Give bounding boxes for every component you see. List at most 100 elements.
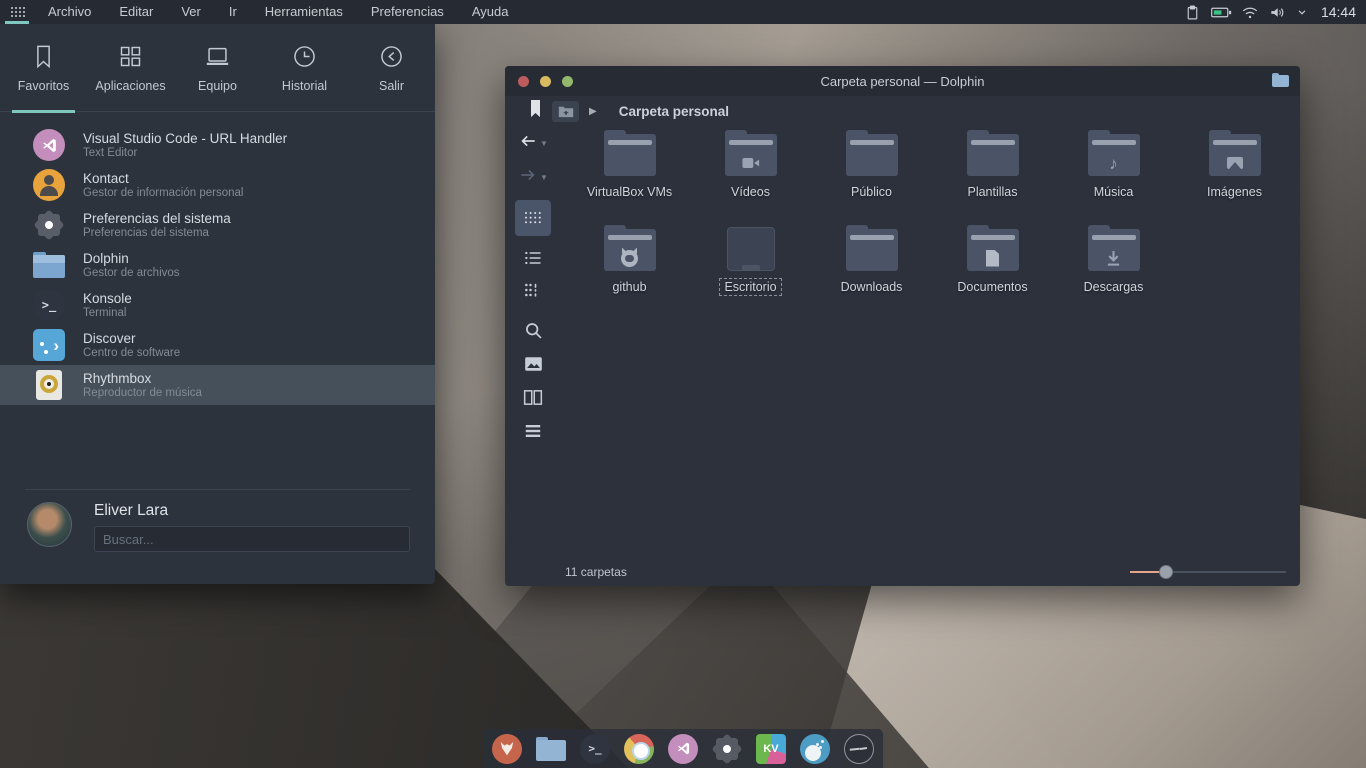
application-launcher-panel: Favoritos Aplicaciones Equipo Historial …	[0, 24, 435, 584]
chrome-icon[interactable]	[624, 734, 654, 764]
folder-label: Público	[846, 183, 897, 201]
chevron-down-icon[interactable]	[1295, 5, 1309, 19]
folder-label: Descargas	[1079, 278, 1149, 296]
tray-clock[interactable]: 14:44	[1321, 4, 1356, 20]
dolphin-folder-icon	[33, 249, 65, 281]
menu-ayuda[interactable]: Ayuda	[458, 0, 523, 24]
tab-label: Salir	[379, 79, 404, 93]
launcher-tabs: Favoritos Aplicaciones Equipo Historial …	[0, 24, 435, 112]
folder-imagenes[interactable]: Imágenes	[1174, 130, 1295, 201]
folder-label: VirtualBox VMs	[582, 183, 677, 201]
app-launcher-button[interactable]	[0, 0, 34, 24]
user-avatar[interactable]	[27, 502, 72, 547]
app-name: Visual Studio Code - URL Handler	[83, 131, 287, 146]
tab-label: Equipo	[198, 79, 237, 93]
folder-musica[interactable]: ♪ Música	[1053, 130, 1174, 201]
clock-widget-icon[interactable]	[844, 734, 874, 764]
app-description: Reproductor de música	[83, 386, 202, 400]
folder-downloads[interactable]: Downloads	[811, 225, 932, 296]
folder-virtualbox-vms[interactable]: VirtualBox VMs	[569, 130, 690, 201]
wifi-icon[interactable]	[1241, 5, 1259, 20]
tab-salir[interactable]: Salir	[348, 24, 435, 111]
tab-historial[interactable]: Historial	[261, 24, 348, 111]
blue-app-icon[interactable]	[800, 734, 830, 764]
app-item-system-settings[interactable]: Preferencias del sistema Preferencias de…	[0, 205, 435, 245]
app-item-dolphin[interactable]: Dolphin Gestor de archivos	[0, 245, 435, 285]
app-item-kontact[interactable]: Kontact Gestor de información personal	[0, 165, 435, 205]
zoom-slider-track	[1166, 571, 1286, 573]
preview-button[interactable]	[524, 356, 543, 372]
folder-videos[interactable]: Vídeos	[690, 130, 811, 201]
compact-view-button[interactable]	[523, 281, 543, 299]
music-note-badge-icon: ♪	[1086, 148, 1142, 178]
vscode-dock-icon[interactable]	[668, 734, 698, 764]
folder-label: Vídeos	[726, 183, 775, 201]
firefox-icon[interactable]	[492, 734, 522, 764]
search-button[interactable]	[523, 320, 544, 341]
global-menubar: Archivo Editar Ver Ir Herramientas Prefe…	[0, 0, 1366, 24]
forward-history-caret-icon[interactable]: ▼	[540, 173, 548, 182]
volume-icon[interactable]	[1268, 4, 1286, 21]
launcher-grid-icon	[11, 7, 24, 18]
computer-icon	[204, 43, 231, 70]
tab-label: Aplicaciones	[95, 79, 165, 93]
folder-documentos[interactable]: Documentos	[932, 225, 1053, 296]
back-history-caret-icon[interactable]: ▼	[540, 139, 548, 148]
list-view-button[interactable]	[523, 249, 543, 267]
image-badge-icon	[1207, 148, 1263, 178]
menu-button[interactable]	[523, 423, 543, 439]
dolphin-statusbar: 11 carpetas	[505, 558, 1300, 586]
zoom-slider-handle[interactable]	[1159, 565, 1173, 579]
app-name: Preferencias del sistema	[83, 211, 231, 226]
icons-view-grid-icon	[525, 212, 541, 224]
forward-button[interactable]	[518, 165, 538, 190]
folder-label: Downloads	[836, 278, 908, 296]
breadcrumb-bar: ▶ Carpeta personal	[505, 96, 1300, 126]
menu-ir[interactable]: Ir	[215, 0, 251, 24]
app-item-rhythmbox[interactable]: Rhythmbox Reproductor de música	[0, 365, 435, 405]
menu-editar[interactable]: Editar	[105, 0, 167, 24]
folder-escritorio[interactable]: Escritorio	[690, 225, 811, 296]
breadcrumb-home-button[interactable]	[552, 101, 579, 122]
folder-publico[interactable]: Público	[811, 130, 932, 201]
dolphin-titlebar[interactable]: Carpeta personal — Dolphin	[505, 66, 1300, 96]
back-button[interactable]	[518, 131, 538, 156]
discover-icon: ›	[33, 329, 65, 361]
battery-icon[interactable]	[1210, 5, 1232, 20]
folder-descargas[interactable]: Descargas	[1053, 225, 1174, 296]
favorites-app-list: Visual Studio Code - URL Handler Text Ed…	[0, 112, 435, 405]
video-badge-icon	[723, 148, 779, 178]
app-name: Rhythmbox	[83, 371, 202, 386]
bookmark-handle-icon[interactable]	[529, 100, 542, 123]
breadcrumb-location[interactable]: Carpeta personal	[619, 104, 729, 119]
search-input[interactable]	[94, 526, 410, 552]
rhythmbox-icon	[33, 369, 65, 401]
app-name: Kontact	[83, 171, 243, 186]
tab-aplicaciones[interactable]: Aplicaciones	[87, 24, 174, 111]
app-item-discover[interactable]: › Discover Centro de software	[0, 325, 435, 365]
menu-preferencias[interactable]: Preferencias	[357, 0, 458, 24]
icons-view-button[interactable]	[515, 200, 551, 236]
tab-favoritos[interactable]: Favoritos	[0, 24, 87, 111]
menu-herramientas[interactable]: Herramientas	[251, 0, 357, 24]
status-folder-count: 11 carpetas	[565, 565, 627, 579]
leave-icon	[378, 43, 405, 70]
zoom-slider[interactable]	[1130, 565, 1286, 579]
app-item-vscode[interactable]: Visual Studio Code - URL Handler Text Ed…	[0, 125, 435, 165]
menu-ver[interactable]: Ver	[167, 0, 215, 24]
system-tray: 14:44	[1184, 4, 1366, 21]
file-manager-icon[interactable]	[536, 734, 566, 764]
app-item-konsole[interactable]: >_ Konsole Terminal	[0, 285, 435, 325]
split-view-button[interactable]	[523, 389, 543, 406]
dolphin-side-toolbar: ▼ ▼	[505, 126, 561, 558]
apps-grid-icon	[117, 43, 144, 70]
folder-github[interactable]: github	[569, 225, 690, 296]
folder-plantillas[interactable]: Plantillas	[932, 130, 1053, 201]
clipboard-icon[interactable]	[1184, 4, 1201, 21]
kontact-icon	[33, 169, 65, 201]
menu-archivo[interactable]: Archivo	[34, 0, 105, 24]
tab-equipo[interactable]: Equipo	[174, 24, 261, 111]
settings-dock-icon[interactable]	[712, 734, 742, 764]
kdevelop-icon[interactable]: KV	[756, 734, 786, 764]
terminal-icon[interactable]: >_	[580, 734, 610, 764]
